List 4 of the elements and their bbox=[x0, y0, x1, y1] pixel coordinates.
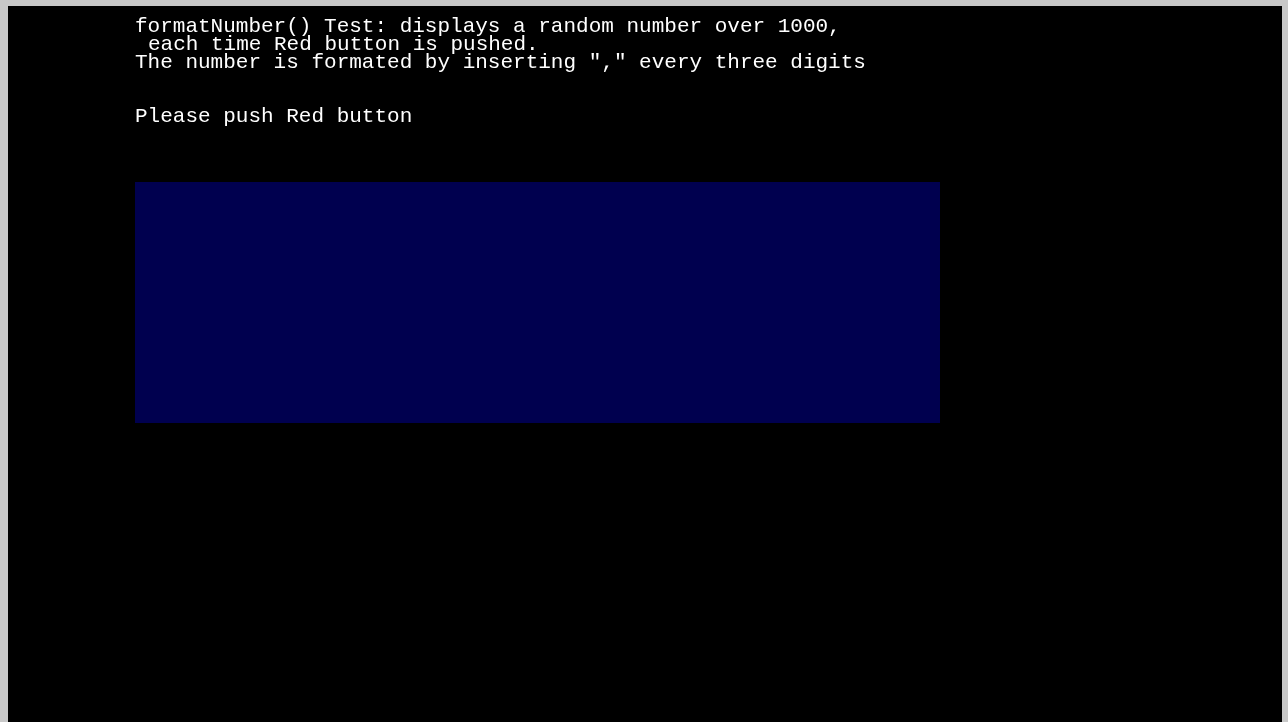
prompt-text: Please push Red button bbox=[135, 108, 414, 126]
description-text: formatNumber() Test: displays a random number over 1000, bbox=[135, 18, 842, 36]
description-text: The number is formated by inserting "," every three digits bbox=[135, 54, 867, 72]
description-text: each time Red button is pushed. bbox=[148, 36, 539, 54]
